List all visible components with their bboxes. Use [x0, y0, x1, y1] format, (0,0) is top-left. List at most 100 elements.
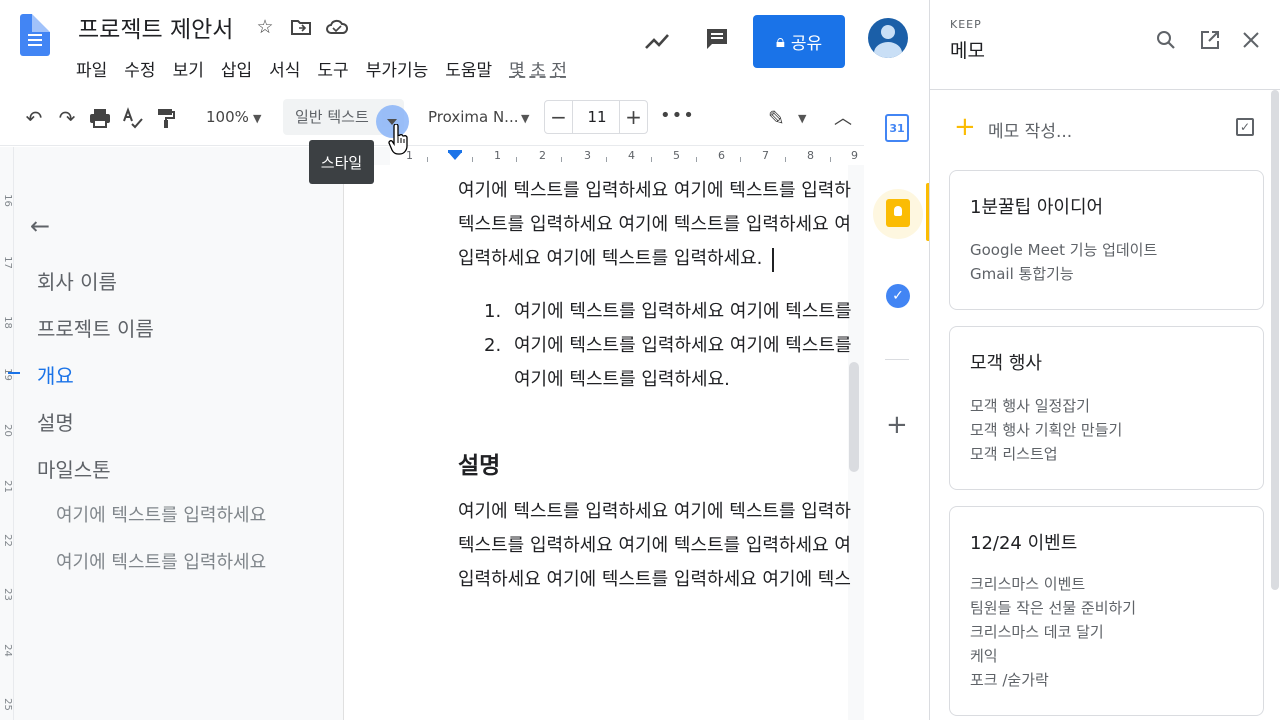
editing-mode-caret-icon[interactable]: ▼	[798, 112, 806, 125]
undo-icon[interactable]: ↶	[22, 106, 46, 130]
outline-item-project[interactable]: 프로젝트 이름	[37, 313, 154, 342]
font-size-stepper: − 11 +	[544, 100, 648, 134]
note-card[interactable]: 모객 행사 모객 행사 일정잡기 모객 행사 기획안 만들기 모객 리스트업	[949, 326, 1264, 490]
outline-item-company[interactable]: 회사 이름	[37, 266, 117, 295]
note-card[interactable]: 12/24 이벤트 크리스마스 이벤트 팀원들 작은 선물 준비하기 크리스마스…	[949, 506, 1264, 716]
tasks-icon[interactable]: ✓	[886, 284, 910, 308]
header: 프로젝트 제안서 ☆ 파일 수정 보기 삽입 서식 도구 부가기능 도움말 몇 …	[0, 0, 929, 92]
note-line: 모객 행사 일정잡기	[970, 397, 1090, 415]
keep-scrollbar[interactable]	[1271, 90, 1279, 590]
comment-icon[interactable]	[704, 26, 730, 52]
h-ruler-number: 1	[494, 149, 501, 162]
print-icon[interactable]	[88, 106, 112, 130]
h-ruler-number: 6	[718, 149, 725, 162]
keep-brand: KEEP	[950, 18, 982, 31]
toolbar: ↶ ↷ 100% ▼ 일반 텍스트 Proxima N... ▼ − 11 + …	[0, 92, 864, 146]
note-line: 크리스마스 이벤트	[970, 575, 1086, 593]
star-icon[interactable]: ☆	[252, 14, 278, 40]
v-ruler-tick: 16	[1, 194, 13, 207]
outline-subitem[interactable]: 여기에 텍스트를 입력하세요	[56, 501, 266, 527]
note-line: 포크 /숟가락	[970, 671, 1049, 689]
new-note-plus-icon[interactable]: +	[954, 112, 976, 142]
outline-item-milestones[interactable]: 마일스톤	[37, 454, 111, 483]
search-icon[interactable]	[1156, 30, 1176, 55]
redo-icon[interactable]: ↷	[55, 106, 79, 130]
outline-subitem[interactable]: 여기에 텍스트를 입력하세요	[56, 548, 266, 574]
section-heading: 설명	[458, 453, 501, 479]
menu-tools[interactable]: 도구	[317, 56, 348, 81]
menu-view[interactable]: 보기	[173, 56, 204, 81]
more-options-icon[interactable]: •••	[660, 105, 695, 126]
close-icon[interactable]	[1242, 30, 1260, 54]
h-ruler-number: 4	[628, 149, 635, 162]
new-list-checkbox-icon[interactable]: ✓	[1236, 118, 1254, 136]
menu-help[interactable]: 도움말	[445, 56, 492, 81]
side-panel-strip	[864, 92, 930, 720]
v-ruler-tick: 18	[1, 316, 13, 329]
activity-trend-icon[interactable]	[644, 28, 670, 54]
v-ruler-tick: 21	[1, 480, 13, 493]
h-ruler-number: 8	[807, 149, 814, 162]
lock-icon: 🔒︎	[775, 31, 785, 52]
paragraph-line: 입력하세요 여기에 텍스트를 입력하세요.	[458, 248, 763, 269]
new-note-input[interactable]: 메모 작성...	[988, 117, 1072, 142]
outline-item-overview[interactable]: 개요	[37, 360, 74, 389]
spellcheck-icon[interactable]	[121, 106, 145, 130]
cloud-status-icon[interactable]	[324, 14, 350, 40]
font-size-input[interactable]: 11	[573, 101, 621, 133]
menu-bar: 파일 수정 보기 삽입 서식 도구 부가기능 도움말 몇 초 전	[76, 56, 584, 81]
zoom-select[interactable]: 100%	[206, 108, 249, 126]
hand-pointer-icon	[388, 123, 408, 156]
v-ruler-tick: 17	[1, 256, 13, 269]
menu-file[interactable]: 파일	[76, 56, 107, 81]
hide-menus-chevron-icon[interactable]: ︿	[834, 104, 852, 130]
menu-format[interactable]: 서식	[269, 56, 300, 81]
note-line: 모객 행사 기획안 만들기	[970, 421, 1123, 439]
menu-insert[interactable]: 삽입	[221, 56, 252, 81]
get-addons-plus-icon[interactable]: +	[886, 410, 908, 440]
vertical-ruler: 16 17 18 19 20 21 22 23 24 25	[0, 147, 14, 720]
last-edit-link[interactable]: 몇 초 전	[509, 56, 567, 81]
v-ruler-tick: 24	[1, 644, 13, 657]
h-ruler-number: 3	[584, 149, 591, 162]
font-caret-icon[interactable]: ▼	[521, 112, 529, 125]
h-ruler-number: 9	[851, 149, 858, 162]
font-size-decrease-button[interactable]: −	[545, 101, 573, 133]
share-button[interactable]: 🔒︎ 공유	[753, 15, 845, 68]
open-in-new-icon[interactable]	[1200, 30, 1220, 55]
zoom-caret-icon[interactable]: ▼	[253, 112, 261, 125]
calendar-icon[interactable]: 31	[885, 114, 909, 142]
style-label: 일반 텍스트	[295, 108, 369, 126]
note-line: 팀원들 작은 선물 준비하기	[970, 599, 1137, 617]
docs-logo-icon[interactable]	[20, 14, 50, 56]
avatar[interactable]	[868, 18, 908, 58]
keep-title: 메모	[950, 40, 985, 62]
paragraph-line: 입력하세요 여기에 텍스트를 입력하세요 여기에 텍스	[458, 569, 851, 590]
keep-panel: KEEP 메모 + 메모 작성... ✓ 1분꿀팁 아이디어 Google Me…	[929, 0, 1280, 720]
v-ruler-tick: 25	[1, 698, 13, 711]
menu-edit[interactable]: 수정	[124, 56, 155, 81]
outline-back-arrow-icon[interactable]: ←	[30, 212, 50, 240]
outline-active-indicator	[8, 372, 20, 374]
h-ruler-number: 7	[762, 149, 769, 162]
note-title: 모객 행사	[970, 353, 1042, 374]
note-line: 모객 리스트업	[970, 445, 1058, 463]
keep-icon[interactable]	[886, 199, 910, 227]
document-scrollbar[interactable]	[849, 362, 859, 472]
note-card[interactable]: 1분꿀팁 아이디어 Google Meet 기능 업데이트 Gmail 통합기능	[949, 170, 1264, 310]
outline-item-description[interactable]: 설명	[37, 407, 74, 436]
side-divider	[885, 359, 909, 360]
h-ruler-number: 2	[539, 149, 546, 162]
note-line: 케익	[970, 647, 998, 665]
left-indent-marker[interactable]	[448, 152, 462, 160]
note-title: 1분꿀팁 아이디어	[970, 197, 1104, 218]
note-title: 12/24 이벤트	[970, 533, 1078, 554]
paint-format-icon[interactable]	[154, 106, 178, 130]
font-size-increase-button[interactable]: +	[619, 101, 647, 133]
menu-addons[interactable]: 부가기능	[366, 56, 429, 81]
v-ruler-tick: 19	[1, 368, 13, 381]
editing-mode-pencil-icon[interactable]: ✎	[768, 106, 785, 130]
document-title[interactable]: 프로젝트 제안서	[78, 10, 233, 44]
font-select[interactable]: Proxima N...	[428, 108, 518, 126]
move-folder-icon[interactable]	[288, 14, 314, 40]
